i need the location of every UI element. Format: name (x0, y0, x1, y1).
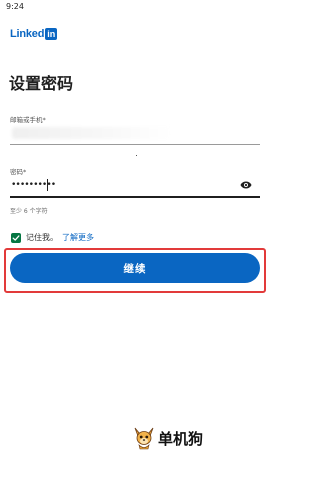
remember-me-label: 记住我。 (26, 233, 58, 242)
password-field[interactable]: •••••••••• (11, 180, 56, 190)
password-hint: 至少 6 个字符 (10, 208, 48, 215)
password-field-underline (10, 196, 260, 198)
text-caret (47, 179, 48, 191)
logo-text: Linked (10, 28, 45, 40)
screen: 9:24 Linked in 设置密码 邮箱或手机* 密码* •••••••••… (0, 0, 268, 480)
dog-mascot-icon (134, 427, 154, 450)
logo-box: in (45, 28, 58, 40)
learn-more-link[interactable]: 了解更多 (62, 232, 94, 243)
remember-me-row: 记住我。 了解更多 (11, 232, 94, 243)
email-field-label: 邮箱或手机* (10, 116, 46, 124)
page-title: 设置密码 (9, 74, 74, 93)
continue-button[interactable]: 继续 (10, 253, 260, 283)
watermark-text: 单机狗 (158, 429, 204, 448)
email-field[interactable] (12, 127, 172, 139)
email-field-underline (10, 144, 260, 145)
watermark: 单机狗 (133, 426, 203, 450)
password-field-label: 密码* (10, 168, 27, 176)
linkedin-logo: Linked in (10, 28, 58, 40)
stray-dot (136, 155, 137, 156)
remember-me-checkbox[interactable] (11, 232, 21, 243)
eye-icon[interactable] (240, 181, 252, 189)
status-bar-time: 9:24 (6, 2, 24, 11)
check-icon (12, 234, 20, 241)
